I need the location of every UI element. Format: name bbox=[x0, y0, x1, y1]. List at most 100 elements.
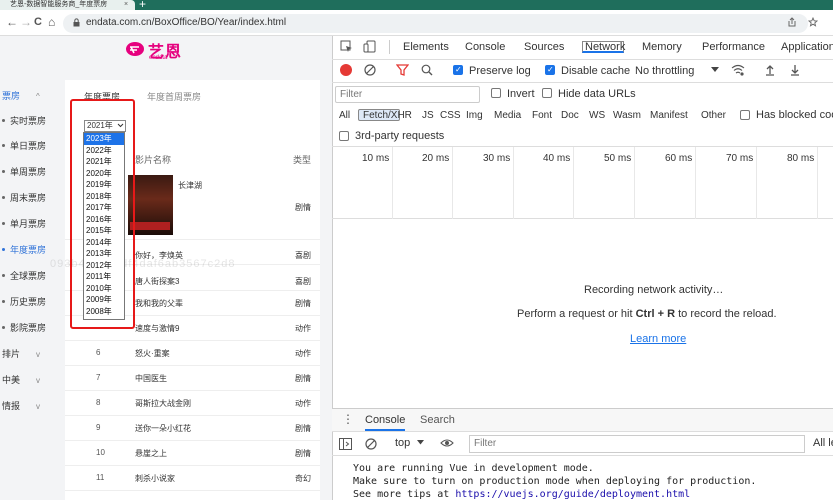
sidebar-item[interactable]: 情报 v bbox=[0, 394, 60, 419]
movie-name-cell[interactable]: 刺杀小说家 bbox=[135, 473, 175, 484]
vue-deployment-link[interactable]: https://vuejs.org/guide/deployment.html bbox=[455, 489, 690, 500]
new-tab-button[interactable]: + bbox=[139, 0, 146, 10]
movie-name-cell[interactable]: 我和我的父辈 bbox=[135, 298, 183, 309]
type-filter-doc[interactable]: Doc bbox=[557, 109, 583, 122]
back-icon[interactable]: ← bbox=[6, 15, 18, 29]
eye-icon[interactable] bbox=[440, 438, 454, 448]
network-conditions-icon[interactable] bbox=[731, 64, 745, 76]
url-text[interactable]: endata.com.cn/BoxOffice/BO/Year/index.ht… bbox=[86, 17, 286, 28]
disable-cache-checkbox[interactable] bbox=[545, 65, 555, 75]
type-filter-img[interactable]: Img bbox=[462, 109, 487, 122]
type-filter-css[interactable]: CSS bbox=[436, 109, 465, 122]
type-filter-ws[interactable]: WS bbox=[585, 109, 609, 122]
home-icon[interactable]: ⌂ bbox=[48, 15, 55, 29]
preserve-log-checkbox[interactable] bbox=[453, 65, 463, 75]
sidebar-item[interactable]: 单月票房 bbox=[0, 212, 60, 237]
movie-name-cell[interactable]: 速度与激情9 bbox=[135, 323, 179, 334]
clear-icon[interactable] bbox=[364, 64, 376, 76]
download-icon[interactable] bbox=[789, 64, 801, 76]
tab-memory[interactable]: Memory bbox=[642, 41, 682, 53]
sidebar-item[interactable]: 单日票房 bbox=[0, 134, 60, 159]
search-icon[interactable] bbox=[421, 64, 433, 76]
table-row[interactable] bbox=[65, 391, 320, 416]
tab-sources[interactable]: Sources bbox=[524, 41, 564, 53]
tab-network[interactable]: Network bbox=[582, 41, 625, 53]
sidebar-item-label: 全球票房 bbox=[10, 271, 47, 281]
movie-name-cell[interactable]: 怒火·重案 bbox=[135, 348, 170, 359]
type-filter-manifest[interactable]: Manifest bbox=[646, 109, 692, 122]
movie-name-cell[interactable]: 长津湖 bbox=[178, 180, 202, 191]
type-filter-js[interactable]: JS bbox=[418, 109, 438, 122]
tab-close-icon[interactable]: × bbox=[124, 0, 128, 9]
type-filter-fetch-xhr[interactable]: Fetch/XHR bbox=[358, 109, 412, 121]
table-row[interactable] bbox=[65, 366, 320, 391]
movie-name-cell[interactable]: 唐人街探案3 bbox=[135, 276, 179, 287]
bullet-icon bbox=[2, 274, 5, 278]
table-row[interactable] bbox=[65, 341, 320, 366]
share-icon[interactable] bbox=[787, 17, 797, 27]
reload-icon[interactable]: C bbox=[34, 15, 42, 29]
invert-checkbox[interactable] bbox=[491, 88, 501, 98]
log-levels-select[interactable]: All le bbox=[813, 437, 833, 449]
chevron-down-icon[interactable] bbox=[417, 440, 424, 445]
hide-data-urls-checkbox[interactable] bbox=[542, 88, 552, 98]
learn-more-link[interactable]: Learn more bbox=[630, 333, 686, 345]
recording-message: Recording network activity… bbox=[584, 284, 724, 296]
blocked-cookies-checkbox[interactable] bbox=[740, 110, 750, 120]
sidebar-item[interactable]: 单周票房 bbox=[0, 160, 60, 185]
console-clear-icon[interactable] bbox=[365, 438, 377, 450]
chevron-down-icon[interactable] bbox=[711, 67, 719, 73]
upload-icon[interactable] bbox=[764, 64, 776, 76]
network-filter-input[interactable]: Filter bbox=[335, 86, 480, 103]
sidebar-item[interactable]: 周末票房 bbox=[0, 186, 60, 211]
tab-search-drawer[interactable]: Search bbox=[420, 414, 455, 426]
tab-console-drawer[interactable]: Console bbox=[365, 414, 406, 431]
sidebar-item-label: 单周票房 bbox=[10, 167, 47, 177]
browser-tab[interactable]: 艺恩-数据智能服务商_年度票房 bbox=[0, 0, 135, 10]
movie-name-cell[interactable]: 哥斯拉大战金刚 bbox=[135, 398, 191, 409]
console-filter-input[interactable]: Filter bbox=[469, 435, 805, 453]
type-filter-all[interactable]: All bbox=[335, 109, 354, 122]
disable-cache-label: Disable cache bbox=[561, 65, 631, 77]
console-sidebar-icon[interactable] bbox=[339, 438, 352, 450]
lock-icon[interactable] bbox=[73, 18, 80, 27]
sidebar-item[interactable]: 票房 ^ bbox=[0, 84, 60, 109]
table-row[interactable] bbox=[65, 416, 320, 441]
context-select[interactable]: top bbox=[395, 437, 410, 449]
type-filter-media[interactable]: Media bbox=[490, 109, 525, 122]
inspect-element-icon[interactable] bbox=[340, 40, 353, 53]
filter-icon[interactable] bbox=[396, 64, 409, 76]
drawer-menu-icon[interactable]: ⋮ bbox=[342, 413, 354, 425]
throttling-select[interactable]: No throttling bbox=[635, 65, 694, 77]
type-filter-other[interactable]: Other bbox=[697, 109, 730, 122]
sidebar-item[interactable]: 实时票房 bbox=[0, 109, 60, 134]
console-tip-text: See more tips at bbox=[353, 489, 456, 500]
sidebar-item[interactable]: 排片 v bbox=[0, 342, 60, 367]
perform-suffix: to record the reload. bbox=[675, 308, 777, 320]
type-filter-wasm[interactable]: Wasm bbox=[609, 109, 645, 122]
device-toolbar-icon[interactable] bbox=[363, 40, 376, 53]
sidebar-item-label: 单日票房 bbox=[10, 141, 47, 151]
sidebar-item[interactable]: 影院票房 bbox=[0, 316, 60, 341]
tab-application[interactable]: Application bbox=[781, 41, 833, 53]
tab-performance[interactable]: Performance bbox=[702, 41, 765, 53]
record-icon[interactable] bbox=[340, 64, 352, 76]
type-filter-font[interactable]: Font bbox=[528, 109, 556, 122]
sidebar-item-label: 历史票房 bbox=[10, 297, 47, 307]
movie-name-cell[interactable]: 中国医生 bbox=[135, 373, 167, 384]
movie-name-cell[interactable]: 送你一朵小红花 bbox=[135, 423, 191, 434]
column-header-movie: 影片名称 bbox=[135, 155, 172, 165]
sidebar-item[interactable]: 历史票房 bbox=[0, 290, 60, 315]
third-party-checkbox[interactable] bbox=[339, 131, 349, 141]
movie-name-cell[interactable]: 悬崖之上 bbox=[135, 448, 167, 459]
sidebar-item[interactable]: 中美 v bbox=[0, 368, 60, 393]
forward-icon[interactable]: → bbox=[20, 15, 32, 29]
hide-data-urls-label: Hide data URLs bbox=[558, 88, 636, 100]
tab-console[interactable]: Console bbox=[465, 41, 505, 53]
bookmark-star-icon[interactable] bbox=[808, 17, 818, 27]
tab-elements[interactable]: Elements bbox=[403, 41, 449, 53]
rank-cell: 10 bbox=[96, 448, 105, 457]
tab-annual-first-week[interactable]: 年度首周票房 bbox=[147, 90, 201, 103]
chevron-up-icon: ^ bbox=[36, 92, 40, 101]
timeline-tick-label: 80 ms bbox=[787, 153, 815, 164]
